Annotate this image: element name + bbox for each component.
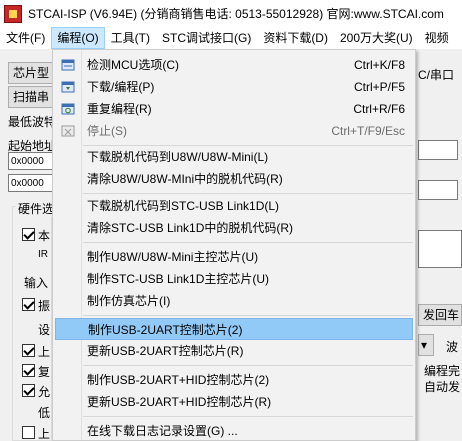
menu-item-label: 下载脱机代码到STC-USB Link1D(L) — [87, 199, 280, 213]
menu-video[interactable]: 视频 — [419, 27, 455, 49]
option-checkbox-1[interactable] — [22, 228, 35, 241]
menu-item-download-offline-u8w[interactable]: 下载脱机代码到U8W/U8W-Mini(L) — [55, 146, 413, 168]
baud-label: 波 — [446, 340, 459, 354]
menu-file[interactable]: 文件(F) — [0, 27, 51, 49]
menu-item-label: 清除STC-USB Link1D中的脱机代码(R) — [87, 221, 294, 235]
send-return-button[interactable]: 发回车 — [418, 304, 462, 326]
option-checkbox-3[interactable] — [22, 344, 35, 357]
option-label-7: 低 — [38, 406, 51, 420]
menu-item-update-usb2uart[interactable]: 更新USB-2UART控制芯片(R) — [55, 340, 413, 362]
menu-item-detect-mcu[interactable]: 检测MCU选项(C) Ctrl+K/F8 — [55, 54, 413, 76]
menu-item-label: 更新USB-2UART+HID控制芯片(R) — [87, 395, 272, 409]
start-address-field[interactable]: 0x0000 — [8, 152, 54, 170]
menu-item-clear-offline-link1d[interactable]: 清除STC-USB Link1D中的脱机代码(R) — [55, 217, 413, 239]
detect-mcu-icon — [61, 59, 75, 71]
menu-item-make-link1d-master[interactable]: 制作STC-USB Link1D主控芯片(U) — [55, 268, 413, 290]
option-checkbox-5[interactable] — [22, 384, 35, 397]
menu-program[interactable]: 编程(O) — [51, 27, 105, 49]
serial-port-label: C/串口 — [418, 68, 455, 82]
chip-type-label[interactable]: 芯片型 — [8, 62, 56, 84]
option-label-1: 本 — [38, 229, 51, 243]
menu-item-download-program[interactable]: 下载/编程(P) Ctrl+P/F5 — [55, 76, 413, 98]
option-checkbox-2[interactable] — [22, 298, 35, 311]
menu-separator — [83, 365, 413, 366]
auto-send-label: 自动发 — [424, 380, 461, 394]
menu-item-label: 制作STC-USB Link1D主控芯片(U) — [87, 272, 270, 286]
menu-item-label: 制作USB-2UART+HID控制芯片(2) — [87, 373, 270, 387]
menu-separator — [83, 242, 413, 243]
menu-item-label: 在线下载日志记录设置(G) ... — [87, 424, 238, 438]
menu-item-label: 停止(S) — [87, 124, 127, 138]
menu-item-make-usb2uart[interactable]: 制作USB-2UART控制芯片(2) — [55, 318, 413, 340]
send-buffer-field[interactable] — [418, 230, 462, 268]
receive-field-2[interactable] — [418, 180, 458, 200]
baud-dropdown-button[interactable]: ▾ — [418, 334, 434, 356]
option-label-3: 设 — [38, 323, 51, 337]
menu-item-make-u8w-master[interactable]: 制作U8W/U8W-Mini主控芯片(U) — [55, 246, 413, 268]
menu-item-label: 重复编程(R) — [87, 102, 152, 116]
menu-item-update-usb2uart-hid[interactable]: 更新USB-2UART+HID控制芯片(R) — [55, 391, 413, 413]
window-title: STCAI-ISP (V6.94E) (分销商销售电话: 0513-550129… — [28, 7, 444, 21]
menu-item-make-emulator-chip[interactable]: 制作仿真芯片(I) — [55, 290, 413, 312]
menu-item-label: 更新USB-2UART控制芯片(R) — [87, 344, 244, 358]
menu-item-download-offline-link1d[interactable]: 下载脱机代码到STC-USB Link1D(L) — [55, 195, 413, 217]
menu-debug-interface[interactable]: STC调试接口(G) — [156, 27, 257, 49]
hardware-options-label: 硬件选 — [16, 200, 57, 217]
menu-prize[interactable]: 200万大奖(U) — [334, 27, 419, 49]
option-label-8: 上 — [38, 427, 51, 441]
option-label-5: 复 — [38, 365, 51, 379]
stop-icon — [61, 125, 75, 137]
menu-downloads[interactable]: 资料下载(D) — [257, 27, 334, 49]
option-checkbox-4[interactable] — [22, 364, 35, 377]
menu-item-log-settings[interactable]: 在线下载日志记录设置(G) ... — [55, 420, 413, 441]
menu-separator — [83, 315, 413, 316]
menu-separator — [83, 416, 413, 417]
menu-item-repeat-program[interactable]: 重复编程(R) Ctrl+R/F6 — [55, 98, 413, 120]
option-checkbox-6[interactable] — [22, 426, 35, 439]
menu-bar: 文件(F) 编程(O) 工具(T) STC调试接口(G) 资料下载(D) 200… — [0, 27, 462, 49]
program-menu-dropdown: 检测MCU选项(C) Ctrl+K/F8 下载/编程(P) Ctrl+P/F5 … — [52, 49, 416, 441]
menu-tools[interactable]: 工具(T) — [105, 27, 156, 49]
menu-item-label: 下载/编程(P) — [87, 80, 155, 94]
program-done-label: 编程完 — [424, 364, 461, 378]
option-label-4: 上 — [38, 345, 51, 359]
download-program-icon — [61, 81, 75, 93]
menu-item-shortcut: Ctrl+T/F9/Esc — [331, 124, 405, 138]
input-label: 输入 — [24, 276, 49, 290]
receive-field[interactable] — [418, 140, 458, 160]
menu-item-label: 制作U8W/U8W-Mini主控芯片(U) — [87, 250, 259, 264]
menu-item-label: 下载脱机代码到U8W/U8W-Mini(L) — [87, 150, 269, 164]
app-logo-icon — [4, 4, 22, 23]
menu-item-label: 制作仿真芯片(I) — [87, 294, 171, 308]
end-address-field[interactable]: 0x0000 — [8, 174, 54, 192]
menu-item-shortcut: Ctrl+R/F6 — [353, 102, 405, 116]
menu-item-clear-offline-u8w[interactable]: 清除U8W/U8W-MIni中的脱机代码(R) — [55, 168, 413, 190]
option-ir-label: IR — [38, 249, 48, 260]
menu-separator — [83, 193, 413, 194]
menu-item-make-usb2uart-hid[interactable]: 制作USB-2UART+HID控制芯片(2) — [55, 369, 413, 391]
menu-item-label: 清除U8W/U8W-MIni中的脱机代码(R) — [87, 172, 283, 186]
repeat-program-icon — [61, 103, 75, 115]
menu-item-shortcut: Ctrl+K/F8 — [353, 58, 405, 72]
scan-port-button[interactable]: 扫描串 — [8, 86, 56, 108]
option-label-2: 振 — [38, 299, 51, 313]
min-baud-label: 最低波特 — [8, 115, 57, 129]
option-label-6: 允 — [38, 385, 51, 399]
menu-item-stop[interactable]: 停止(S) Ctrl+T/F9/Esc — [55, 120, 413, 142]
menu-item-shortcut: Ctrl+P/F5 — [353, 80, 405, 94]
menu-item-label: 制作USB-2UART控制芯片(2) — [88, 323, 243, 337]
menu-item-label: 检测MCU选项(C) — [87, 58, 179, 72]
title-bar: STCAI-ISP (V6.94E) (分销商销售电话: 0513-550129… — [0, 0, 462, 27]
